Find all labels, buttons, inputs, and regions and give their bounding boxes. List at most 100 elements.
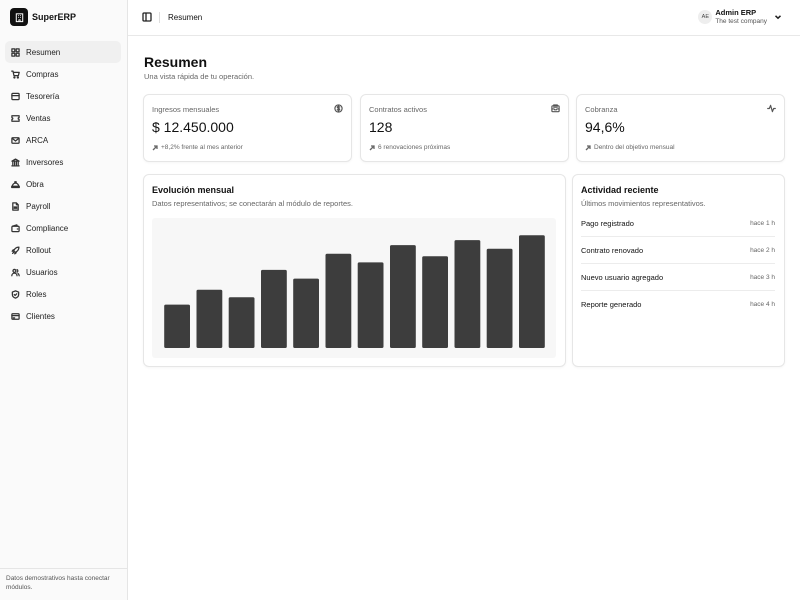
file-icon [12,201,19,211]
kpi-footnote-text: 6 renovaciones próximas [378,144,451,151]
sidebar: SuperERP Resumen Compras Tesorería Venta… [0,0,128,600]
ticket-icon [11,114,20,122]
shield-icon [11,289,20,299]
sidebar-item-label: Compliance [26,223,69,233]
sidebar-item-label: ARCA [26,135,49,145]
sidebar-item-arca[interactable]: ARCA [5,129,121,151]
brand[interactable]: SuperERP [10,8,76,26]
activity-icon [767,104,776,113]
sidebar-item-label: Resumen [26,47,61,57]
bank-icon [11,157,20,166]
sidebar-toggle-icon [142,12,152,22]
sidebar-toggle-button[interactable] [142,12,152,22]
sidebar-item-label: Obra [26,179,44,189]
chart-bar [196,289,223,348]
sidebar-item-label: Clientes [26,311,55,321]
list-item[interactable]: Nuevo usuario agregado hace 3 h [581,264,775,291]
card-icon [11,312,20,320]
activity-time: hace 4 h [750,301,775,308]
kpi-label: Ingresos mensuales [152,105,220,114]
chart-card-title: Evolución mensual [152,185,235,195]
dollar-icon [334,104,343,113]
sidebar-item-label: Inversores [26,157,64,167]
inbox-icon [551,104,560,113]
sidebar-item-label: Compras [26,69,59,79]
kpi-card-ingresos: Ingresos mensuales $ 12.450.000 +8,2% fr… [143,94,352,162]
header-divider [159,12,160,23]
sidebar-item-compliance[interactable]: Compliance [5,217,121,239]
chart-bar [261,269,287,348]
sidebar-footer-note: Datos demostrativos hasta conectar módul… [0,568,127,600]
users-icon [11,268,20,276]
sidebar-item-resumen[interactable]: Resumen [5,41,121,63]
mail-icon [11,136,20,144]
activity-name: Reporte generado [581,300,642,309]
sidebar-item-label: Usuarios [26,267,58,277]
activity-title: Actividad reciente [581,185,659,195]
kpi-value: $ 12.450.000 [152,119,234,135]
chart-bar [357,262,384,348]
activity-time: hace 2 h [750,246,775,254]
helmet-icon [11,180,20,188]
wallet-icon [11,223,20,232]
chart-bar [390,245,416,348]
user-info: Admin ERP The test company [715,8,767,26]
activity-time: hace 1 h [750,219,775,227]
chart-card-subtitle: Datos representativos; se conectarán al … [152,199,353,208]
user-name: Admin ERP [715,8,757,17]
kpi-footnote: +8,2% frente al mes anterior [152,144,243,151]
chart-bar [228,297,255,348]
kpi-value: 128 [369,119,393,135]
chart-bar [164,304,190,348]
list-item[interactable]: Pago registrado hace 1 h [581,210,775,237]
sidebar-item-inversores[interactable]: Inversores [5,151,121,173]
chart-bar [422,256,448,348]
chart-bar [454,240,481,348]
sidebar-item-roles[interactable]: Roles [5,283,121,305]
arrow-up-right-icon [152,144,158,150]
sidebar-item-label: Ventas [26,113,51,123]
kpi-footnote: Dentro del objetivo mensual [585,144,675,151]
sidebar-item-payroll[interactable]: Payroll [5,195,121,217]
arrow-up-right-icon [369,144,375,150]
top-header: Resumen AE Admin ERP The test company [128,0,800,36]
avatar: AE [698,10,713,24]
chevron-down-icon [774,13,782,21]
sidebar-item-obra[interactable]: Obra [5,173,121,195]
chart-bar [325,253,352,348]
sidebar-item-compras[interactable]: Compras [5,63,121,85]
activity-subtitle: Últimos movimientos representativos. [581,199,706,208]
arrow-up-right-icon [585,144,591,150]
activity-name: Pago registrado [581,218,634,228]
activity-name: Nuevo usuario agregado [581,272,664,282]
kpi-card-contratos: Contratos activos 128 6 renovaciones pró… [360,94,569,162]
sidebar-item-clientes[interactable]: Clientes [5,305,121,327]
user-company: The test company [715,18,767,25]
kpi-footnote: 6 renovaciones próximas [369,144,450,151]
dashboard-icon [11,47,20,57]
list-item[interactable]: Reporte generado hace 4 h [581,291,775,318]
rocket-icon [11,245,20,254]
chart-bar [519,235,545,348]
list-item[interactable]: Contrato renovado hace 2 h [581,237,775,264]
bar-chart-area [152,218,556,358]
cart-icon [11,69,20,79]
activity-card: Actividad reciente Últimos movimientos r… [572,174,785,367]
bar-chart [164,235,545,348]
building-icon [10,8,28,26]
sidebar-item-rollout[interactable]: Rollout [5,239,121,261]
sidebar-item-tesoreria[interactable]: Tesorería [5,85,121,107]
sidebar-item-ventas[interactable]: Ventas [5,107,121,129]
sidebar-nav: Resumen Compras Tesorería Ventas ARCA In… [5,41,121,327]
sidebar-item-label: Payroll [26,201,51,211]
chart-bar [293,278,319,348]
breadcrumb: Resumen [168,13,203,22]
kpi-label: Cobranza [585,105,618,114]
user-menu[interactable]: AE Admin ERP The test company [698,8,782,26]
chart-bar [486,248,513,348]
kpi-card-cobranza: Cobranza 94,6% Dentro del objetivo mensu… [576,94,785,162]
activity-name: Contrato renovado [581,245,644,255]
page-title: Resumen [144,54,208,70]
sidebar-item-usuarios[interactable]: Usuarios [5,261,121,283]
kpi-footnote-text: Dentro del objetivo mensual [594,144,675,151]
